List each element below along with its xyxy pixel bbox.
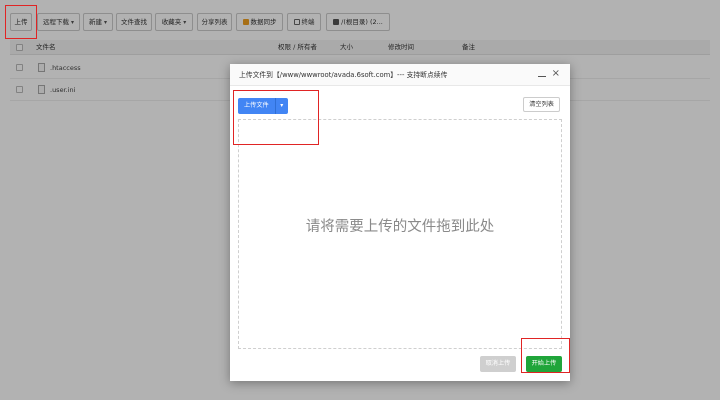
minimize-icon[interactable] [538, 70, 546, 80]
clear-list-button[interactable]: 清空列表 [523, 97, 560, 112]
highlight-upload-button [5, 5, 37, 39]
cancel-upload-button[interactable]: 取消上传 [480, 356, 516, 372]
drop-zone[interactable]: 请将需要上传的文件拖到此处 [238, 119, 562, 349]
highlight-upload-file [233, 90, 319, 145]
dialog-header: 上传文件到【/www/wwwroot/avada.6soft.com】--- 支… [230, 64, 570, 86]
dialog-title: 上传文件到【/www/wwwroot/avada.6soft.com】--- 支… [239, 71, 448, 79]
drop-hint: 请将需要上传的文件拖到此处 [305, 219, 495, 235]
close-icon[interactable]: × [552, 69, 560, 79]
highlight-start-upload [521, 338, 570, 373]
